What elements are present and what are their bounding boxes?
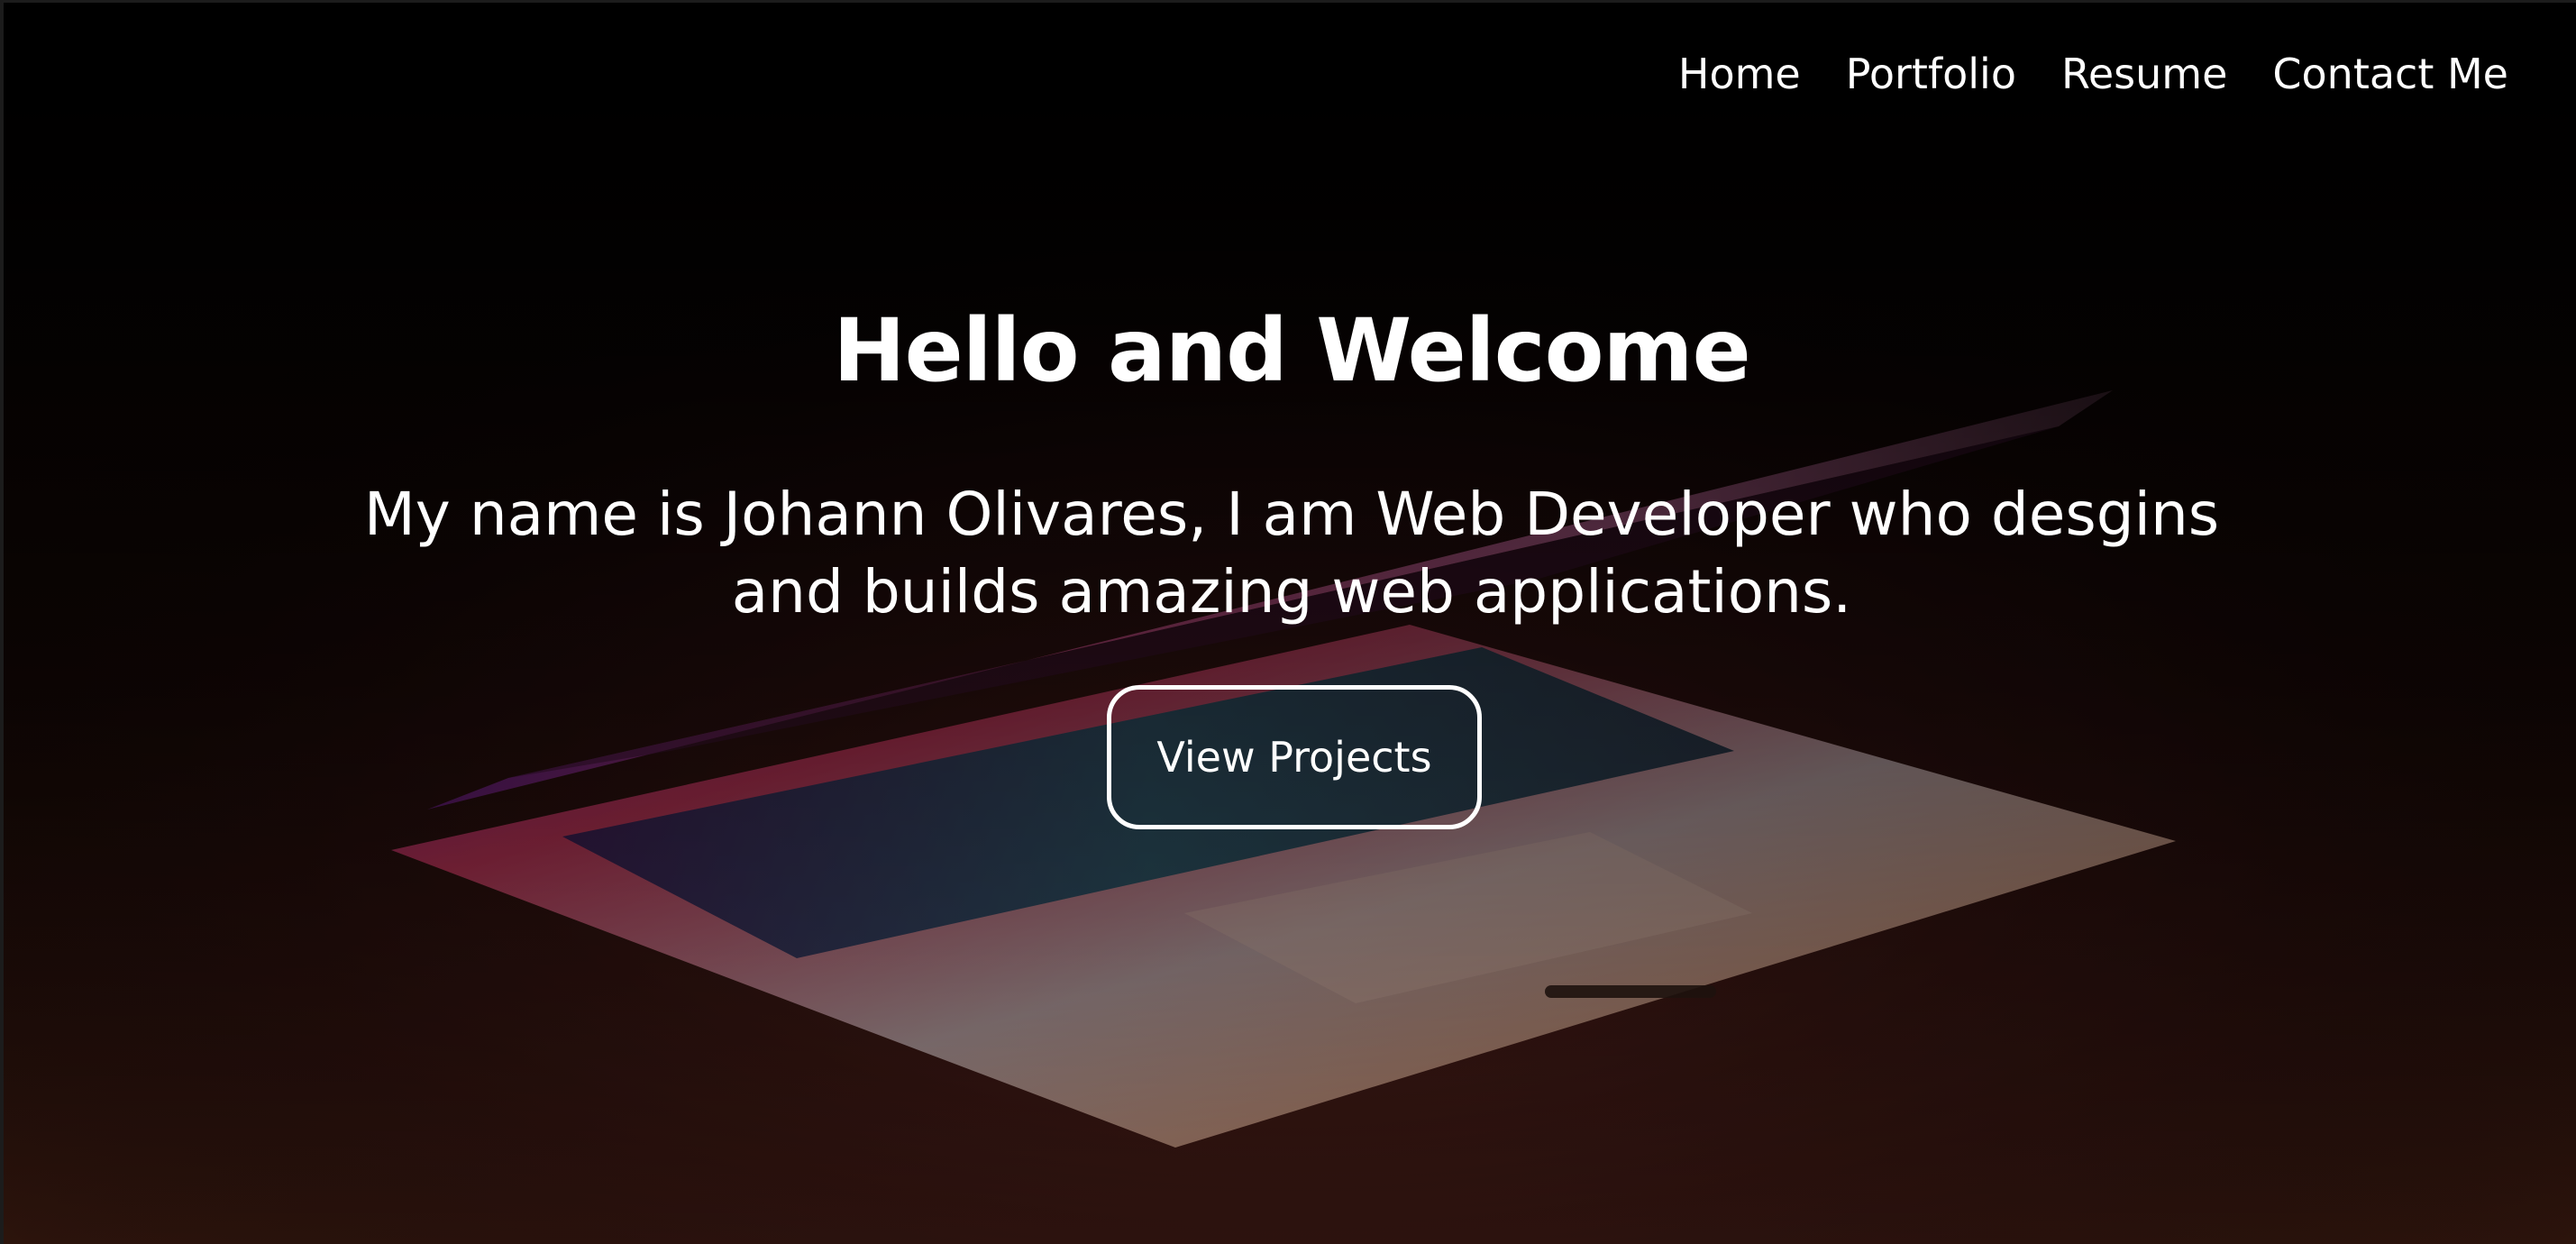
hero-title: Hello and Welcome (833, 300, 1750, 401)
nav-portfolio-link[interactable]: Portfolio (1846, 50, 2016, 98)
nav-home-link[interactable]: Home (1678, 50, 1801, 98)
hero-subtitle: My name is Johann Olivares, I am Web Dev… (363, 480, 2220, 627)
view-projects-button[interactable]: View Projects (1107, 685, 1482, 829)
nav-resume-link[interactable]: Resume (2061, 50, 2227, 98)
main-nav: Home Portfolio Resume Contact Me (1678, 50, 2508, 98)
hero-section: Home Portfolio Resume Contact Me Hello a… (0, 0, 2576, 1244)
nav-contact-link[interactable]: Contact Me (2272, 50, 2508, 98)
